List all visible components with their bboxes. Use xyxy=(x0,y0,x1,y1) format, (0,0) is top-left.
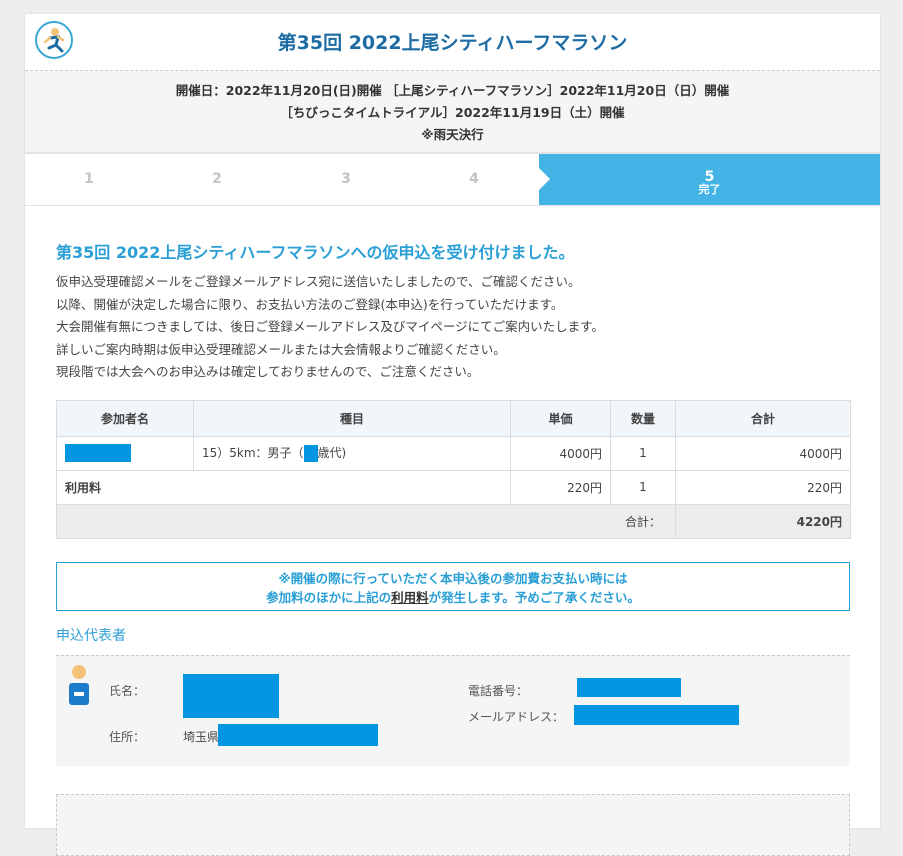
date-line-1: 開催日：2022年11月20日(日)開催 ［上尾シティハーフマラソン］2022年… xyxy=(175,83,730,98)
redacted-name xyxy=(65,444,131,462)
redacted-rep-name xyxy=(183,673,279,718)
fee-quantity: 1 xyxy=(610,469,676,505)
message-line: 詳しいご案内時期は仮申込受理確認メールまたは大会情報よりご確認ください。 xyxy=(56,341,506,357)
name-label: 氏名： xyxy=(109,683,146,698)
message-line: 仮申込受理確認メールをご登録メールアドレス宛に送信いたしましたので、ご確認くださ… xyxy=(56,274,581,289)
event-prefix: 15）5km：男子（ xyxy=(202,446,304,460)
step-arrow xyxy=(539,168,550,190)
sum-label: 合計： xyxy=(56,503,676,539)
step-5-label: 完了 xyxy=(698,183,721,196)
event-suffix: 歳代) xyxy=(317,446,347,460)
step-1: 1 xyxy=(84,171,94,187)
entry-table: 参加者名 種目 単価 数量 合計 15）5km：男子（ 歳代) 4000円 1 4… xyxy=(56,399,851,539)
message-line: 以降、開催が決定した場合に限り、お支払い方法のご登録(本申込)を行っていただけま… xyxy=(56,296,564,312)
progress-steps: 1 2 3 4 5 完了 xyxy=(25,153,880,206)
lower-info-box xyxy=(56,793,850,856)
redacted-email xyxy=(574,704,739,725)
notice-line-1: ※開催の際に行っていただく本申込後の参加費お支払い時には xyxy=(278,570,628,586)
col-quantity: 数量 xyxy=(610,399,676,437)
notice-line-2: 参加料のほかに上記の利用料が発生します。予めご了承ください。 xyxy=(57,588,849,607)
phone-label: 電話番号： xyxy=(468,683,529,698)
col-unit-price: 単価 xyxy=(510,399,611,437)
confirmation-message: 仮申込受理確認メールをご登録メールアドレス宛に送信いたしましたので、ご確認くださ… xyxy=(56,271,850,384)
col-event: 種目 xyxy=(193,399,511,437)
message-line: 現段階では大会へのお申込みは確定しておりませんので、ご注意ください。 xyxy=(56,364,480,379)
fee-label: 利用料 xyxy=(56,469,511,505)
quantity: 1 xyxy=(610,435,676,471)
step-3: 3 xyxy=(341,171,351,187)
fee-link[interactable]: 利用料 xyxy=(391,590,429,605)
notice-text: が発生します。予めご了承ください。 xyxy=(428,589,640,605)
step-2: 2 xyxy=(212,171,222,187)
address-label: 住所： xyxy=(109,729,146,744)
col-total: 合計 xyxy=(675,399,851,437)
event-dates: 開催日：2022年11月20日(日)開催 ［上尾シティハーフマラソン］2022年… xyxy=(25,71,880,153)
table-row: 利用料 220円 1 220円 xyxy=(56,469,851,505)
row-total: 4000円 xyxy=(675,435,851,471)
main-content: 第35回 2022上尾シティハーフマラソンへの仮申込を受け付けました。 仮申込受… xyxy=(56,230,851,856)
fee-notice: ※開催の際に行っていただく本申込後の参加費お支払い時には 参加料のほかに上記の利… xyxy=(56,561,850,611)
step-5-number: 5 xyxy=(704,169,715,185)
date-line-3: ※雨天決行 xyxy=(421,127,484,142)
col-participant: 参加者名 xyxy=(56,399,194,437)
unit-price: 4000円 xyxy=(510,435,611,471)
redacted-phone xyxy=(577,677,681,697)
event-cell: 15）5km：男子（ 歳代) xyxy=(193,435,511,471)
page-card: 第35回 2022上尾シティハーフマラソン 開催日：2022年11月20日(日)… xyxy=(25,14,880,856)
table-header-row: 参加者名 種目 単価 数量 合計 xyxy=(56,399,851,437)
confirmation-heading: 第35回 2022上尾シティハーフマラソンへの仮申込を受け付けました。 xyxy=(56,243,575,262)
redacted-address xyxy=(218,723,378,746)
participant-name xyxy=(56,435,194,471)
date-line-2: ［ちびっこタイムトライアル］2022年11月19日（土）開催 xyxy=(280,105,625,120)
table-row: 15）5km：男子（ 歳代) 4000円 1 4000円 xyxy=(56,435,851,471)
redacted-age xyxy=(303,445,318,462)
step-4: 4 xyxy=(469,171,479,187)
page-title: 第35回 2022上尾シティハーフマラソン xyxy=(277,32,628,54)
step-5-active: 5 完了 xyxy=(539,154,880,205)
header: 第35回 2022上尾シティハーフマラソン xyxy=(25,14,880,71)
message-line: 大会開催有無につきましては、後日ご登録メールアドレス及びマイページにてご案内いた… xyxy=(56,319,604,334)
address-prefix: 埼玉県 xyxy=(183,729,220,744)
sum-value: 4220円 xyxy=(675,503,851,539)
fee-price: 220円 xyxy=(510,469,611,505)
person-icon xyxy=(68,664,90,710)
representative-box: 氏名： 住所： 埼玉県 電話番号： メールアドレス： xyxy=(56,654,850,766)
notice-text: 参加料のほかに上記の xyxy=(266,589,392,605)
fee-total: 220円 xyxy=(675,469,851,505)
table-sum-row: 合計： 4220円 xyxy=(56,503,851,539)
email-label: メールアドレス： xyxy=(468,709,565,724)
representative-title: 申込代表者 xyxy=(56,627,126,644)
